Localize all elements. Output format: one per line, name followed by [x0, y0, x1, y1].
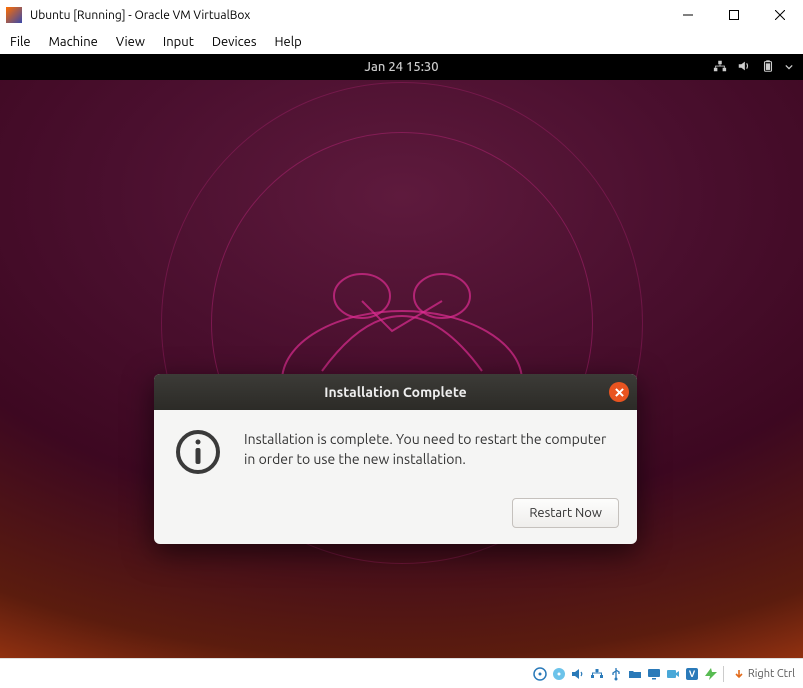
- optical-drive-icon[interactable]: [550, 665, 568, 683]
- gnome-top-bar: Jan 24 15:30: [0, 54, 803, 80]
- chevron-down-icon: [785, 60, 793, 74]
- svg-text:V: V: [689, 669, 696, 679]
- audio-icon[interactable]: [569, 665, 587, 683]
- recording-icon[interactable]: [664, 665, 682, 683]
- info-icon: [174, 428, 222, 480]
- dialog-actions: Restart Now: [154, 498, 637, 544]
- desktop-wallpaper: [0, 80, 803, 658]
- mouse-integration-icon[interactable]: [702, 665, 720, 683]
- minimize-button[interactable]: [665, 0, 711, 30]
- usb-icon[interactable]: [607, 665, 625, 683]
- display-icon[interactable]: [645, 665, 663, 683]
- menu-file[interactable]: File: [10, 35, 31, 49]
- menu-help[interactable]: Help: [275, 35, 302, 49]
- vm-viewport: Jan 24 15:30 Installation Complete: [0, 54, 803, 658]
- menu-machine[interactable]: Machine: [49, 35, 98, 49]
- virtualbox-status-bar: V Right Ctrl: [0, 658, 803, 688]
- dialog-body: Installation is complete. You need to re…: [154, 410, 637, 498]
- virtualization-icon[interactable]: V: [683, 665, 701, 683]
- menu-input[interactable]: Input: [163, 35, 194, 49]
- gnome-system-tray[interactable]: [713, 59, 793, 76]
- dialog-header[interactable]: Installation Complete: [154, 374, 637, 410]
- hard-disk-icon[interactable]: [531, 665, 549, 683]
- installation-complete-dialog: Installation Complete Installation is co…: [154, 374, 637, 544]
- window-title: Ubuntu [Running] - Oracle VM VirtualBox: [30, 9, 665, 22]
- dialog-message: Installation is complete. You need to re…: [244, 428, 613, 480]
- dialog-title: Installation Complete: [324, 384, 466, 400]
- close-button[interactable]: [757, 0, 803, 30]
- menu-devices[interactable]: Devices: [212, 35, 257, 49]
- maximize-button[interactable]: [711, 0, 757, 30]
- host-key-label: Right Ctrl: [748, 668, 795, 680]
- status-separator: [723, 666, 724, 682]
- network-adapter-icon[interactable]: [588, 665, 606, 683]
- restart-now-button[interactable]: Restart Now: [512, 498, 619, 528]
- dialog-close-button[interactable]: [609, 382, 629, 402]
- menu-view[interactable]: View: [116, 35, 145, 49]
- host-key-indicator[interactable]: Right Ctrl: [733, 668, 795, 680]
- gnome-clock[interactable]: Jan 24 15:30: [364, 60, 438, 74]
- network-icon: [713, 59, 727, 76]
- volume-icon: [737, 59, 751, 76]
- virtualbox-logo-icon: [6, 7, 22, 23]
- down-arrow-icon: [733, 668, 745, 680]
- virtualbox-menu-bar: File Machine View Input Devices Help: [0, 30, 803, 54]
- battery-icon: [761, 59, 775, 76]
- window-titlebar: Ubuntu [Running] - Oracle VM VirtualBox: [0, 0, 803, 30]
- window-controls: [665, 0, 803, 30]
- shared-folders-icon[interactable]: [626, 665, 644, 683]
